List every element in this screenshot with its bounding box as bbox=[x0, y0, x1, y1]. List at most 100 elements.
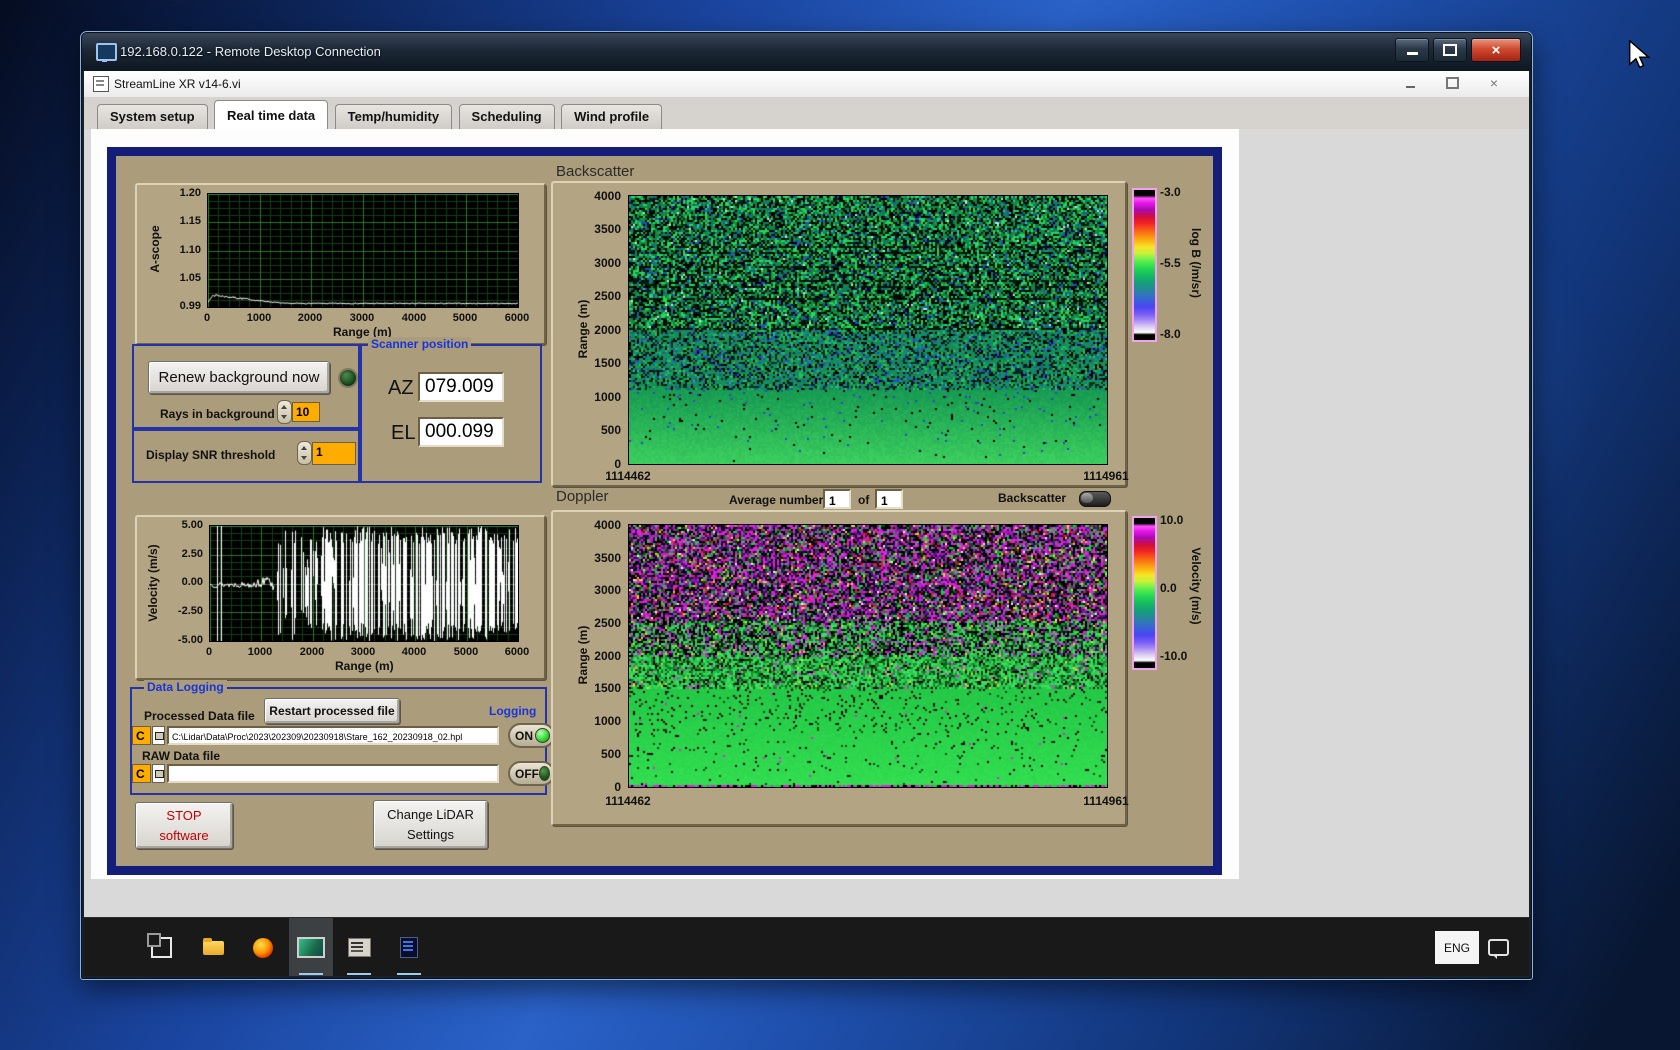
y-tick: 1500 bbox=[594, 681, 621, 695]
x-tick: 2000 bbox=[299, 646, 325, 658]
folder-icon bbox=[202, 937, 224, 955]
tab-scheduling[interactable]: Scheduling bbox=[458, 104, 555, 129]
task-view-button[interactable] bbox=[139, 918, 183, 976]
close-icon: × bbox=[1491, 41, 1501, 59]
raw-browse-button[interactable] bbox=[152, 764, 165, 783]
y-tick: 500 bbox=[600, 747, 621, 761]
change-line2: Settings bbox=[407, 826, 454, 842]
document-icon bbox=[400, 937, 418, 958]
processed-logging-toggle[interactable]: ON bbox=[508, 723, 555, 748]
cbar-tick: 0.0 bbox=[1160, 581, 1177, 595]
snr-spinner[interactable] bbox=[297, 441, 312, 465]
cbar-tick: -3.0 bbox=[1160, 185, 1181, 199]
backscatter-heatmap-canvas bbox=[628, 195, 1108, 465]
running-underline bbox=[397, 973, 421, 975]
minimize-icon bbox=[1406, 51, 1418, 55]
velocity-graph-frame: Velocity (m/s) 5.00 2.50 0.00 -2.50 -5.0… bbox=[135, 515, 546, 680]
scan-scheduler-button[interactable] bbox=[337, 918, 381, 976]
y-tick: 0.00 bbox=[181, 576, 203, 588]
el-value-field[interactable]: 000.099 bbox=[418, 417, 504, 447]
app-titlebar[interactable]: StreamLine XR v14-6.vi × bbox=[84, 71, 1529, 98]
app-close-button[interactable]: × bbox=[1481, 74, 1507, 92]
snr-value-field[interactable]: 1 bbox=[312, 442, 356, 465]
doppler-graph-frame: Range (m) 4000 3500 3000 2500 2000 1500 … bbox=[551, 510, 1129, 826]
y-tick: 1.10 bbox=[179, 244, 201, 256]
app-restore-button[interactable] bbox=[1439, 74, 1465, 92]
velocity-y-axis-label: Velocity (m/s) bbox=[146, 544, 160, 622]
running-underline bbox=[347, 973, 371, 975]
average-number-field[interactable]: 1 bbox=[823, 489, 851, 509]
toggle-off-label: OFF bbox=[515, 766, 539, 781]
tab-wind-profile[interactable]: Wind profile bbox=[561, 104, 663, 129]
y-tick: 0 bbox=[614, 780, 621, 794]
rays-value-field[interactable]: 10 bbox=[292, 402, 320, 422]
maximize-button[interactable] bbox=[1433, 38, 1467, 62]
x-start-label: 1114462 bbox=[605, 469, 651, 483]
rdp-titlebar[interactable]: 192.168.0.122 - Remote Desktop Connectio… bbox=[82, 33, 1531, 71]
renew-background-button[interactable]: Renew background now bbox=[148, 361, 330, 394]
y-tick: 3500 bbox=[594, 551, 621, 565]
backscatter-cbar-label: log B (/m/sr) bbox=[1189, 227, 1203, 299]
raw-logging-toggle[interactable]: OFF bbox=[508, 761, 555, 786]
tab-system-setup[interactable]: System setup bbox=[97, 104, 208, 129]
notification-chat-icon[interactable] bbox=[1488, 939, 1509, 959]
y-tick: 2000 bbox=[594, 649, 621, 663]
average-total-field[interactable]: 1 bbox=[875, 489, 903, 509]
y-tick: 1000 bbox=[594, 390, 621, 404]
cbar-tick: -8.0 bbox=[1160, 327, 1181, 341]
processed-browse-button[interactable] bbox=[152, 726, 165, 745]
rays-spinner[interactable] bbox=[277, 400, 292, 424]
y-tick: 1.20 bbox=[179, 187, 201, 199]
y-tick: 3000 bbox=[594, 256, 621, 270]
stop-software-button[interactable]: STOP software bbox=[135, 802, 233, 849]
logging-on-led bbox=[535, 728, 550, 743]
monitor-icon bbox=[297, 937, 325, 958]
raw-drive-selector[interactable]: C bbox=[132, 764, 151, 783]
x-end-label: 1114961 bbox=[1083, 469, 1129, 483]
processed-path-field[interactable]: C:\Lidar\Data\Proc\2023\202309\20230918\… bbox=[167, 726, 499, 745]
x-start-label: 1114462 bbox=[605, 794, 651, 808]
processed-drive-selector[interactable]: C bbox=[132, 726, 151, 745]
backscatter-color-scale bbox=[1132, 188, 1157, 342]
doppler-cbar-label: Velocity (m/s) bbox=[1189, 547, 1203, 625]
y-tick: 500 bbox=[600, 423, 621, 437]
raw-path-field[interactable] bbox=[167, 764, 499, 783]
toggle-on-label: ON bbox=[515, 728, 533, 743]
document-app-button[interactable] bbox=[387, 918, 431, 976]
y-tick: 1500 bbox=[594, 356, 621, 370]
maximize-icon bbox=[1443, 44, 1457, 56]
app-minimize-button[interactable] bbox=[1397, 74, 1423, 92]
y-tick: 3000 bbox=[594, 583, 621, 597]
x-tick: 4000 bbox=[401, 312, 427, 324]
velocity-plot-canvas bbox=[209, 525, 519, 642]
language-indicator[interactable]: ENG bbox=[1435, 931, 1479, 964]
restart-processed-file-button[interactable]: Restart processed file bbox=[264, 698, 400, 724]
firefox-button[interactable] bbox=[241, 918, 285, 976]
scheduler-window-icon bbox=[347, 938, 371, 957]
rays-in-background-label: Rays in background bbox=[160, 407, 275, 421]
backscatter-graph-frame: Range (m) 4000 3500 3000 2500 2000 1500 … bbox=[551, 181, 1129, 487]
change-lidar-settings-button[interactable]: Change LiDAR Settings bbox=[373, 800, 488, 849]
backscatter-display-toggle[interactable] bbox=[1079, 491, 1111, 507]
scanner-position-group bbox=[360, 344, 542, 483]
y-tick: -2.50 bbox=[177, 605, 203, 617]
of-label: of bbox=[858, 493, 870, 507]
close-button[interactable]: × bbox=[1471, 38, 1521, 62]
minimize-button[interactable] bbox=[1395, 38, 1429, 62]
y-tick: 1.15 bbox=[179, 215, 201, 227]
rdp-icon bbox=[96, 43, 117, 62]
y-tick: 3500 bbox=[594, 222, 621, 236]
az-label: AZ bbox=[388, 377, 414, 399]
tab-real-time-data[interactable]: Real time data bbox=[214, 100, 329, 129]
tab-temp-humidity[interactable]: Temp/humidity bbox=[334, 104, 453, 129]
processed-data-file-label: Processed Data file bbox=[144, 709, 255, 723]
y-tick: -5.00 bbox=[177, 634, 203, 646]
x-tick: 6000 bbox=[504, 312, 530, 324]
stop-line1: STOP bbox=[166, 808, 202, 823]
az-value-field[interactable]: 079.009 bbox=[418, 372, 504, 402]
streamline-app-button[interactable] bbox=[289, 918, 333, 976]
file-explorer-button[interactable] bbox=[191, 918, 235, 976]
cbar-tick: -5.5 bbox=[1160, 256, 1181, 270]
el-label: EL bbox=[391, 422, 416, 444]
y-tick: 2500 bbox=[594, 616, 621, 630]
